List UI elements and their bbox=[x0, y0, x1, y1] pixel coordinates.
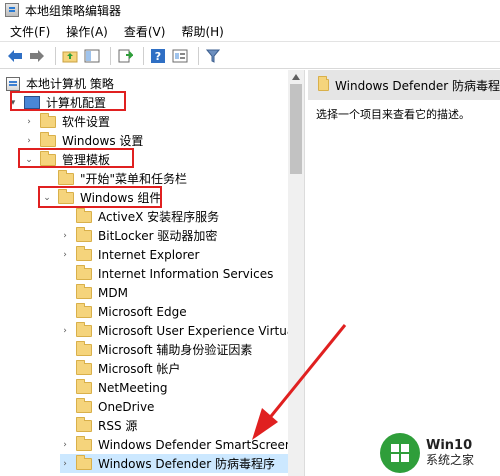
tree-label: 软件设置 bbox=[62, 115, 111, 129]
up-folder-icon[interactable] bbox=[61, 47, 79, 65]
toolbar-separator bbox=[110, 46, 111, 65]
highlight-box-windows-components bbox=[38, 186, 162, 208]
windows-logo-icon bbox=[380, 433, 420, 473]
folder-icon bbox=[76, 454, 92, 470]
details-description: 选择一个项目来查看它的描述。 bbox=[316, 108, 470, 121]
folder-icon bbox=[76, 340, 92, 356]
folder-icon bbox=[318, 76, 330, 91]
tree-scrollbar[interactable] bbox=[288, 70, 304, 476]
tree-label: BitLocker 驱动器加密 bbox=[98, 229, 218, 243]
tree-item-component[interactable]: Microsoft 帐户 bbox=[76, 359, 180, 378]
highlight-box-admin-templates bbox=[18, 148, 134, 168]
tree-label: Microsoft User Experience Virtualiz bbox=[98, 323, 306, 338]
folder-icon bbox=[76, 245, 92, 261]
menu-help[interactable]: 帮助(H) bbox=[173, 22, 231, 42]
folder-icon bbox=[76, 302, 92, 318]
tree-item-component[interactable]: › BitLocker 驱动器加密 bbox=[60, 226, 217, 245]
folder-icon bbox=[40, 131, 56, 147]
tree-item-component[interactable]: NetMeeting bbox=[76, 378, 167, 397]
help-icon[interactable]: ? bbox=[149, 47, 167, 65]
tree-label: RSS 源 bbox=[98, 419, 138, 433]
folder-icon bbox=[76, 378, 92, 394]
watermark-line2: 系统之家 bbox=[426, 453, 475, 467]
chevron-right-icon[interactable]: › bbox=[60, 440, 70, 450]
folder-icon bbox=[76, 435, 92, 451]
tree-item-defender-antivirus[interactable]: › Windows Defender 防病毒程序 bbox=[60, 454, 288, 473]
folder-icon bbox=[76, 397, 92, 413]
tree-label: Microsoft Edge bbox=[98, 304, 187, 319]
tree-label: OneDrive bbox=[98, 399, 155, 414]
folder-icon bbox=[76, 359, 92, 375]
export-list-icon[interactable] bbox=[116, 47, 134, 65]
chevron-right-icon[interactable]: › bbox=[24, 117, 34, 127]
tree-item-component[interactable]: › Microsoft User Experience Virtualiz bbox=[60, 321, 306, 340]
toolbar-separator bbox=[55, 46, 56, 65]
scroll-thumb[interactable] bbox=[290, 84, 302, 174]
tree-item-component[interactable]: OneDrive bbox=[76, 397, 154, 416]
folder-icon bbox=[58, 169, 74, 185]
menu-file[interactable]: 文件(F) bbox=[0, 22, 58, 42]
svg-text:?: ? bbox=[155, 50, 161, 63]
folder-icon bbox=[76, 207, 92, 223]
folder-icon bbox=[76, 283, 92, 299]
folder-icon bbox=[40, 112, 56, 128]
tree-label: Windows 设置 bbox=[62, 134, 144, 148]
window-title: 本地组策略编辑器 bbox=[25, 3, 122, 18]
scroll-up-icon[interactable] bbox=[292, 74, 300, 80]
watermark: Win10 系统之家 bbox=[380, 430, 500, 476]
chevron-right-icon[interactable]: › bbox=[60, 250, 70, 260]
policy-icon bbox=[6, 76, 20, 91]
tree-label: Microsoft 辅助身份验证因素 bbox=[98, 343, 253, 357]
toolbar: ? bbox=[0, 43, 500, 69]
policy-editor-icon bbox=[5, 3, 19, 17]
tree-label: NetMeeting bbox=[98, 380, 168, 395]
tree-item-component[interactable]: Microsoft Edge bbox=[76, 302, 187, 321]
tree-item-component[interactable]: › Windows Defender SmartScreen bbox=[60, 435, 293, 454]
menu-view[interactable]: 查看(V) bbox=[116, 22, 174, 42]
details-header-title: Windows Defender 防病毒程 bbox=[335, 78, 500, 93]
show-hide-tree-icon[interactable] bbox=[83, 47, 101, 65]
tree-item-component[interactable]: Microsoft 辅助身份验证因素 bbox=[76, 340, 252, 359]
tree-label: Internet Information Services bbox=[98, 266, 274, 281]
tree-item-component[interactable]: Internet Information Services bbox=[76, 264, 273, 283]
title-bar: 本地组策略编辑器 bbox=[0, 0, 500, 20]
filter-icon[interactable] bbox=[204, 47, 222, 65]
folder-icon bbox=[76, 416, 92, 432]
tree-label: MDM bbox=[98, 285, 128, 300]
tree-label: "开始"菜单和任务栏 bbox=[80, 172, 188, 186]
folder-icon bbox=[76, 226, 92, 242]
tree-label: ActiveX 安装程序服务 bbox=[98, 210, 220, 224]
tree-label: Windows Defender 防病毒程序 bbox=[98, 457, 275, 471]
properties-icon[interactable] bbox=[171, 47, 189, 65]
tree-item-component[interactable]: RSS 源 bbox=[76, 416, 137, 435]
chevron-right-icon[interactable]: › bbox=[60, 459, 70, 469]
tree-item-component[interactable]: › Internet Explorer bbox=[60, 245, 199, 264]
chevron-right-icon[interactable]: › bbox=[60, 326, 70, 336]
watermark-line1: Win10 bbox=[426, 438, 473, 453]
tree-label: 本地计算机 策略 bbox=[26, 77, 114, 91]
details-header: Windows Defender 防病毒程 bbox=[308, 70, 500, 100]
folder-icon bbox=[76, 264, 92, 280]
highlight-box-computer-config bbox=[10, 91, 126, 111]
menu-action[interactable]: 操作(A) bbox=[58, 22, 116, 42]
tree-panel: 本地计算机 策略 ▾ 计算机配置 › 软件设置 › Windows 设置 ⌄ 管… bbox=[0, 70, 306, 476]
tree-item-component[interactable]: ActiveX 安装程序服务 bbox=[76, 207, 219, 226]
details-panel: Windows Defender 防病毒程 选择一个项目来查看它的描述。 bbox=[308, 70, 500, 476]
tree-item-software-settings[interactable]: › 软件设置 bbox=[24, 112, 110, 131]
tree-item-component[interactable]: MDM bbox=[76, 283, 128, 302]
menu-bar: 文件(F) 操作(A) 查看(V) 帮助(H) bbox=[0, 22, 500, 42]
back-arrow-icon[interactable] bbox=[6, 47, 24, 65]
tree-label: Microsoft 帐户 bbox=[98, 362, 181, 376]
chevron-right-icon[interactable]: › bbox=[24, 136, 34, 146]
chevron-right-icon[interactable]: › bbox=[60, 231, 70, 241]
forward-arrow-icon[interactable] bbox=[28, 47, 46, 65]
tree-label: Internet Explorer bbox=[98, 247, 200, 262]
folder-icon bbox=[76, 321, 92, 337]
tree-label: Windows Defender SmartScreen bbox=[98, 437, 293, 452]
toolbar-separator bbox=[143, 46, 144, 65]
toolbar-separator bbox=[198, 46, 199, 65]
